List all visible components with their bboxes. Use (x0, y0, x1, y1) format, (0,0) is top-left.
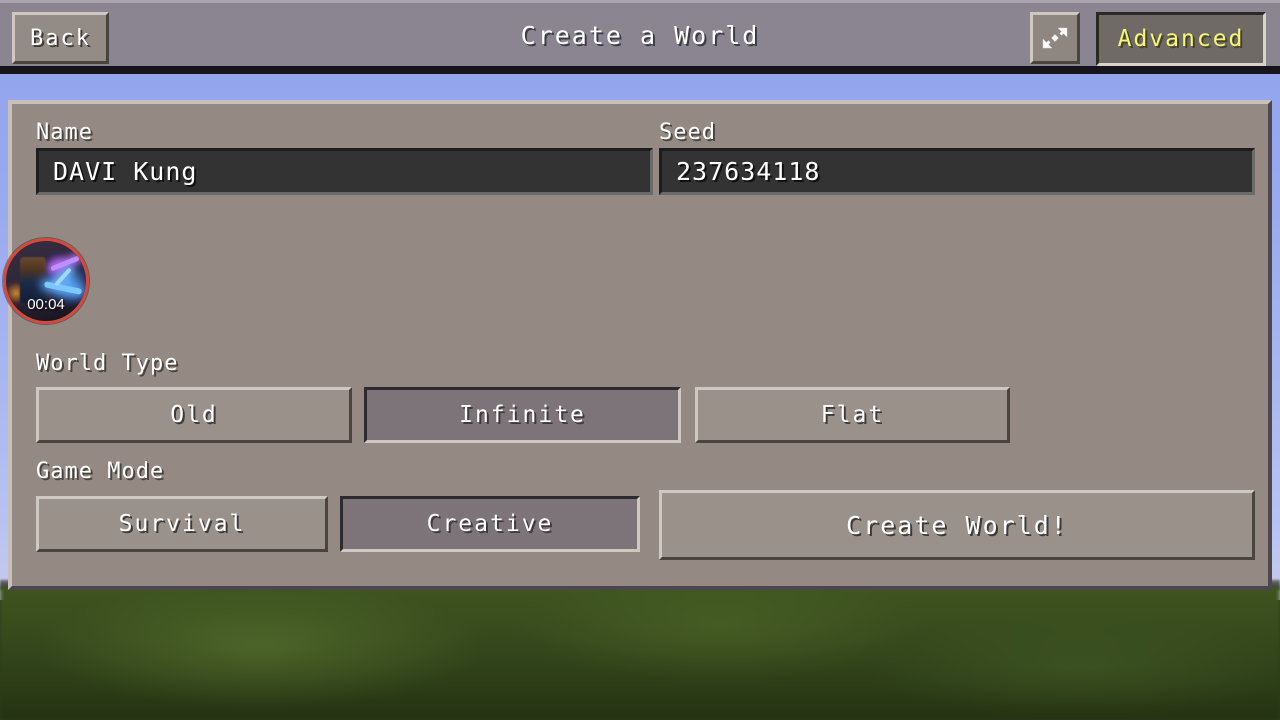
game-mode-option-survival-label: Survival (118, 511, 246, 537)
header-bottom-shadow (0, 66, 1280, 70)
world-type-option-old-label: Old (170, 402, 218, 428)
world-type-option-infinite[interactable]: Infinite (364, 387, 681, 443)
back-button-label: Back (30, 25, 91, 51)
webcam-overlay-bubble[interactable]: 00:04 (3, 238, 89, 324)
world-type-option-flat[interactable]: Flat (695, 387, 1010, 443)
name-input[interactable]: DAVI Kung (36, 148, 653, 195)
create-world-button[interactable]: Create World! (659, 490, 1255, 560)
game-mode-label: Game Mode (36, 459, 165, 484)
world-type-label: World Type (36, 351, 179, 376)
advanced-button-label: Advanced (1117, 26, 1245, 52)
game-mode-option-creative-label: Creative (426, 511, 554, 537)
world-type-option-infinite-label: Infinite (459, 402, 586, 428)
lightning-effect-icon (54, 267, 72, 287)
create-world-button-label: Create World! (846, 510, 1068, 540)
lightning-effect-icon (43, 281, 83, 295)
lightning-effect-icon (50, 255, 80, 272)
world-type-option-flat-label: Flat (820, 402, 885, 428)
game-mode-option-survival[interactable]: Survival (36, 496, 328, 552)
seed-field-label: Seed (659, 120, 716, 145)
diagonal-double-arrow-icon (1041, 24, 1069, 52)
back-button[interactable]: Back (12, 12, 109, 64)
recording-timer: 00:04 (27, 296, 65, 313)
game-mode-option-creative[interactable]: Creative (340, 496, 640, 552)
create-world-panel: Name DAVI Kung Seed 237634118 World Type… (8, 100, 1272, 590)
page-title: Create a World (520, 20, 760, 50)
name-field-label: Name (36, 120, 93, 145)
world-type-option-old[interactable]: Old (36, 387, 352, 443)
advanced-button[interactable]: Advanced (1096, 12, 1266, 66)
resize-toggle-button[interactable] (1030, 12, 1080, 64)
seed-input[interactable]: 237634118 (659, 148, 1255, 195)
top-header-bar: Create a World Back Advanced (0, 0, 1280, 70)
